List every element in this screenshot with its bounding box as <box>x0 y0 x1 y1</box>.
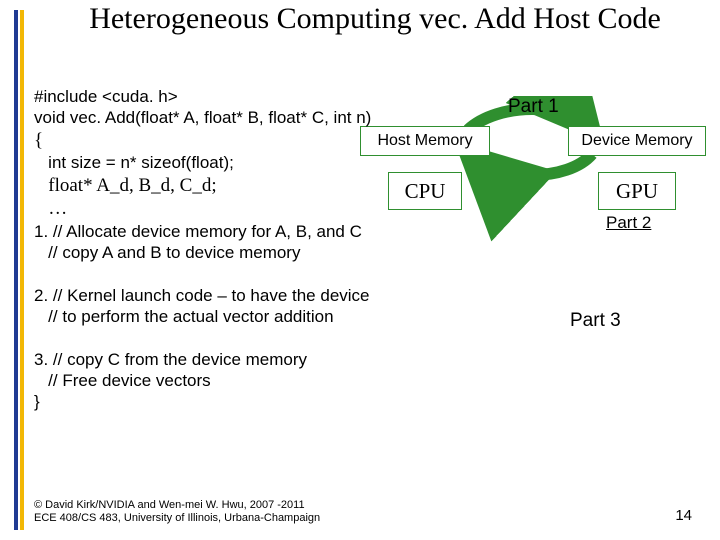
slide: Heterogeneous Computing vec. Add Host Co… <box>0 0 720 540</box>
footer-line-2: ECE 408/CS 483, University of Illinois, … <box>34 512 320 526</box>
code-step3-a: 3. // copy C from the device memory <box>34 349 710 370</box>
code-line-ellipsis: … <box>34 197 710 221</box>
code-gap1 <box>34 264 710 285</box>
code-step1-b: // copy A and B to device memory <box>34 242 710 263</box>
code-block: #include <cuda. h> void vec. Add(float* … <box>34 86 710 412</box>
code-line-size: int size = n* sizeof(float); <box>34 152 710 173</box>
code-step3-b: // Free device vectors <box>34 370 710 391</box>
code-line-decl: float* A_d, B_d, C_d; <box>34 174 710 198</box>
slide-title: Heterogeneous Computing vec. Add Host Co… <box>40 2 710 37</box>
code-line-include: #include <cuda. h> <box>34 86 710 107</box>
rail-bar-yellow <box>20 10 24 530</box>
code-gap2 <box>34 327 710 348</box>
code-step2-b: // to perform the actual vector addition <box>34 306 710 327</box>
code-line-close-brace: } <box>34 391 710 412</box>
copyright-footer: © David Kirk/NVIDIA and Wen-mei W. Hwu, … <box>34 499 320 527</box>
code-step1-a: 1. // Allocate device memory for A, B, a… <box>34 221 710 242</box>
code-line-signature: void vec. Add(float* A, float* B, float*… <box>34 107 710 128</box>
footer-line-1: © David Kirk/NVIDIA and Wen-mei W. Hwu, … <box>34 499 320 513</box>
code-line-open-brace: { <box>34 129 710 153</box>
rail-bar-blue <box>14 10 18 530</box>
side-rail <box>14 10 24 530</box>
page-number: 14 <box>675 507 692 524</box>
code-step2-a: 2. // Kernel launch code – to have the d… <box>34 285 710 306</box>
